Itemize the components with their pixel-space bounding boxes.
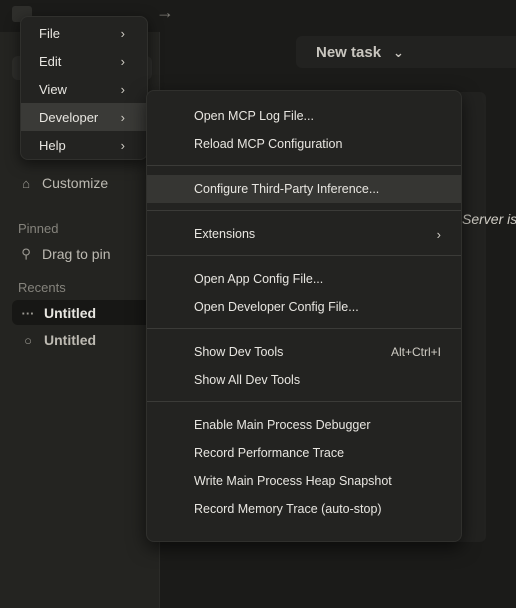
menu-separator xyxy=(147,210,461,211)
menu-item-developer[interactable]: Developer › xyxy=(21,103,147,131)
menu-separator xyxy=(147,165,461,166)
sidebar-item-customize[interactable]: ⌂ Customize xyxy=(18,175,108,191)
arrow-right-icon[interactable]: → xyxy=(156,2,174,23)
menu-item-show-all-dev-tools[interactable]: Show All Dev Tools xyxy=(147,366,461,394)
menu-item-label: Open Developer Config File... xyxy=(194,300,359,314)
menu-item-label: Developer xyxy=(39,109,99,125)
menu-item-extensions[interactable]: Extensions › xyxy=(147,220,461,248)
menu-item-label: Edit xyxy=(39,53,62,69)
briefcase-icon: ⌂ xyxy=(22,175,30,191)
menu-item-label: Enable Main Process Debugger xyxy=(194,418,371,432)
menu-item-record-perf-trace[interactable]: Record Performance Trace xyxy=(147,439,461,467)
chevron-right-icon: › xyxy=(120,137,125,153)
chevron-right-icon: › xyxy=(120,81,125,97)
menu-item-label: Write Main Process Heap Snapshot xyxy=(194,474,392,488)
menu-separator xyxy=(147,401,461,402)
menu-item-label: Record Performance Trace xyxy=(194,446,345,460)
menu-item-write-heap-snapshot[interactable]: Write Main Process Heap Snapshot xyxy=(147,467,461,495)
menu-item-configure-inference[interactable]: Configure Third-Party Inference... xyxy=(147,175,461,203)
menu-item-label: Open App Config File... xyxy=(194,272,324,286)
menu-item-open-mcp-log[interactable]: Open MCP Log File... xyxy=(147,102,461,130)
recent-item-title: Untitled xyxy=(44,305,97,321)
menu-item-open-dev-config[interactable]: Open Developer Config File... xyxy=(147,293,461,321)
chevron-right-icon: › xyxy=(436,226,441,242)
app-menu: File › Edit › View › Developer › Help › xyxy=(20,16,148,160)
sidebar-item-label: Drag to pin xyxy=(42,246,111,262)
menu-item-reload-mcp[interactable]: Reload MCP Configuration xyxy=(147,130,461,158)
menu-item-label: Configure Third-Party Inference... xyxy=(194,182,380,196)
menu-item-label: Reload MCP Configuration xyxy=(194,137,343,151)
menu-item-label: Record Memory Trace (auto-stop) xyxy=(194,502,382,516)
menu-item-label: Help xyxy=(39,137,66,153)
menu-item-label: Show All Dev Tools xyxy=(194,373,301,387)
chevron-right-icon: › xyxy=(120,109,125,125)
chevron-right-icon: › xyxy=(120,53,125,69)
developer-submenu: Open MCP Log File... Reload MCP Configur… xyxy=(146,90,462,542)
circle-icon: ○ xyxy=(24,332,32,348)
shortcut-label: Alt+Ctrl+I xyxy=(390,345,441,359)
more-icon[interactable]: ··· xyxy=(20,306,36,321)
menu-item-label: File xyxy=(39,25,60,41)
menu-item-label: Extensions xyxy=(194,227,256,241)
menu-item-view[interactable]: View › xyxy=(21,75,147,103)
menu-item-open-app-config[interactable]: Open App Config File... xyxy=(147,265,461,293)
menu-item-show-dev-tools[interactable]: Show Dev Tools Alt+Ctrl+I xyxy=(147,338,461,366)
recents-section-label: Recents xyxy=(18,280,66,295)
menu-item-label: View xyxy=(39,81,67,97)
sidebar-item-label: Customize xyxy=(42,175,109,191)
menu-item-label: Open MCP Log File... xyxy=(194,109,314,123)
recent-item[interactable]: ··· Untitled xyxy=(20,305,97,321)
recent-item[interactable]: ○ Untitled xyxy=(20,332,96,348)
menu-item-label: Show Dev Tools xyxy=(194,345,284,359)
menu-item-file[interactable]: File › xyxy=(21,19,147,47)
menu-separator xyxy=(147,255,461,256)
pin-icon: ⚲ xyxy=(21,246,31,261)
status-text: Server is xyxy=(462,211,516,227)
menu-item-edit[interactable]: Edit › xyxy=(21,47,147,75)
menu-item-record-memory-trace[interactable]: Record Memory Trace (auto-stop) xyxy=(147,495,461,523)
pinned-section-label: Pinned xyxy=(18,221,59,236)
drag-to-pin-placeholder: ⚲ Drag to pin xyxy=(18,246,110,262)
menu-item-help[interactable]: Help › xyxy=(21,131,147,159)
task-title-dropdown[interactable]: New task ⌄ xyxy=(316,44,404,61)
menu-item-enable-debugger[interactable]: Enable Main Process Debugger xyxy=(147,411,461,439)
chevron-right-icon: › xyxy=(120,25,125,41)
task-title: New task xyxy=(316,44,382,61)
recent-item-title: Untitled xyxy=(44,332,97,348)
chevron-down-icon: ⌄ xyxy=(393,44,404,60)
menu-separator xyxy=(147,328,461,329)
